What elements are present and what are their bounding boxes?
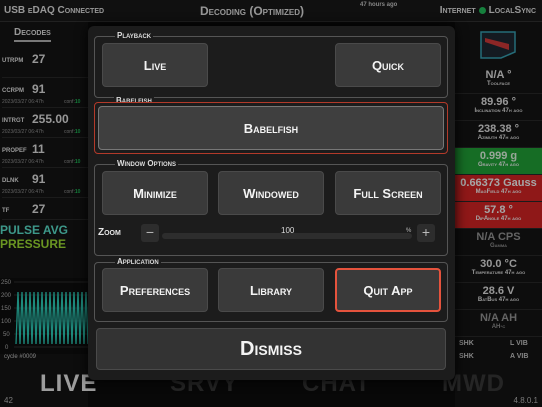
library-button[interactable]: Library	[218, 268, 324, 312]
zoom-out-button[interactable]: −	[141, 224, 159, 242]
babelfish-button[interactable]: Babelfish	[98, 106, 444, 150]
window-options-title: Window Options	[115, 159, 178, 168]
zoom-label: Zoom	[98, 227, 121, 238]
quick-button[interactable]: Quick	[335, 43, 441, 87]
application-section-title: Application	[115, 257, 161, 266]
preferences-button[interactable]: Preferences	[102, 268, 208, 312]
fullscreen-button[interactable]: Full Screen	[335, 171, 441, 215]
zoom-in-button[interactable]: +	[417, 224, 435, 242]
dismiss-button[interactable]: Dismiss	[96, 328, 446, 370]
options-dialog: Playback Live Quick Babelfish Babelfish …	[88, 26, 455, 380]
minimize-button[interactable]: Minimize	[102, 171, 208, 215]
playback-section-title: Playback	[115, 31, 154, 40]
quit-app-button[interactable]: Quit App	[335, 268, 441, 312]
windowed-button[interactable]: Windowed	[218, 171, 324, 215]
zoom-percent-sign: %	[406, 228, 412, 234]
live-button[interactable]: Live	[102, 43, 208, 87]
zoom-value: 100	[281, 226, 295, 235]
